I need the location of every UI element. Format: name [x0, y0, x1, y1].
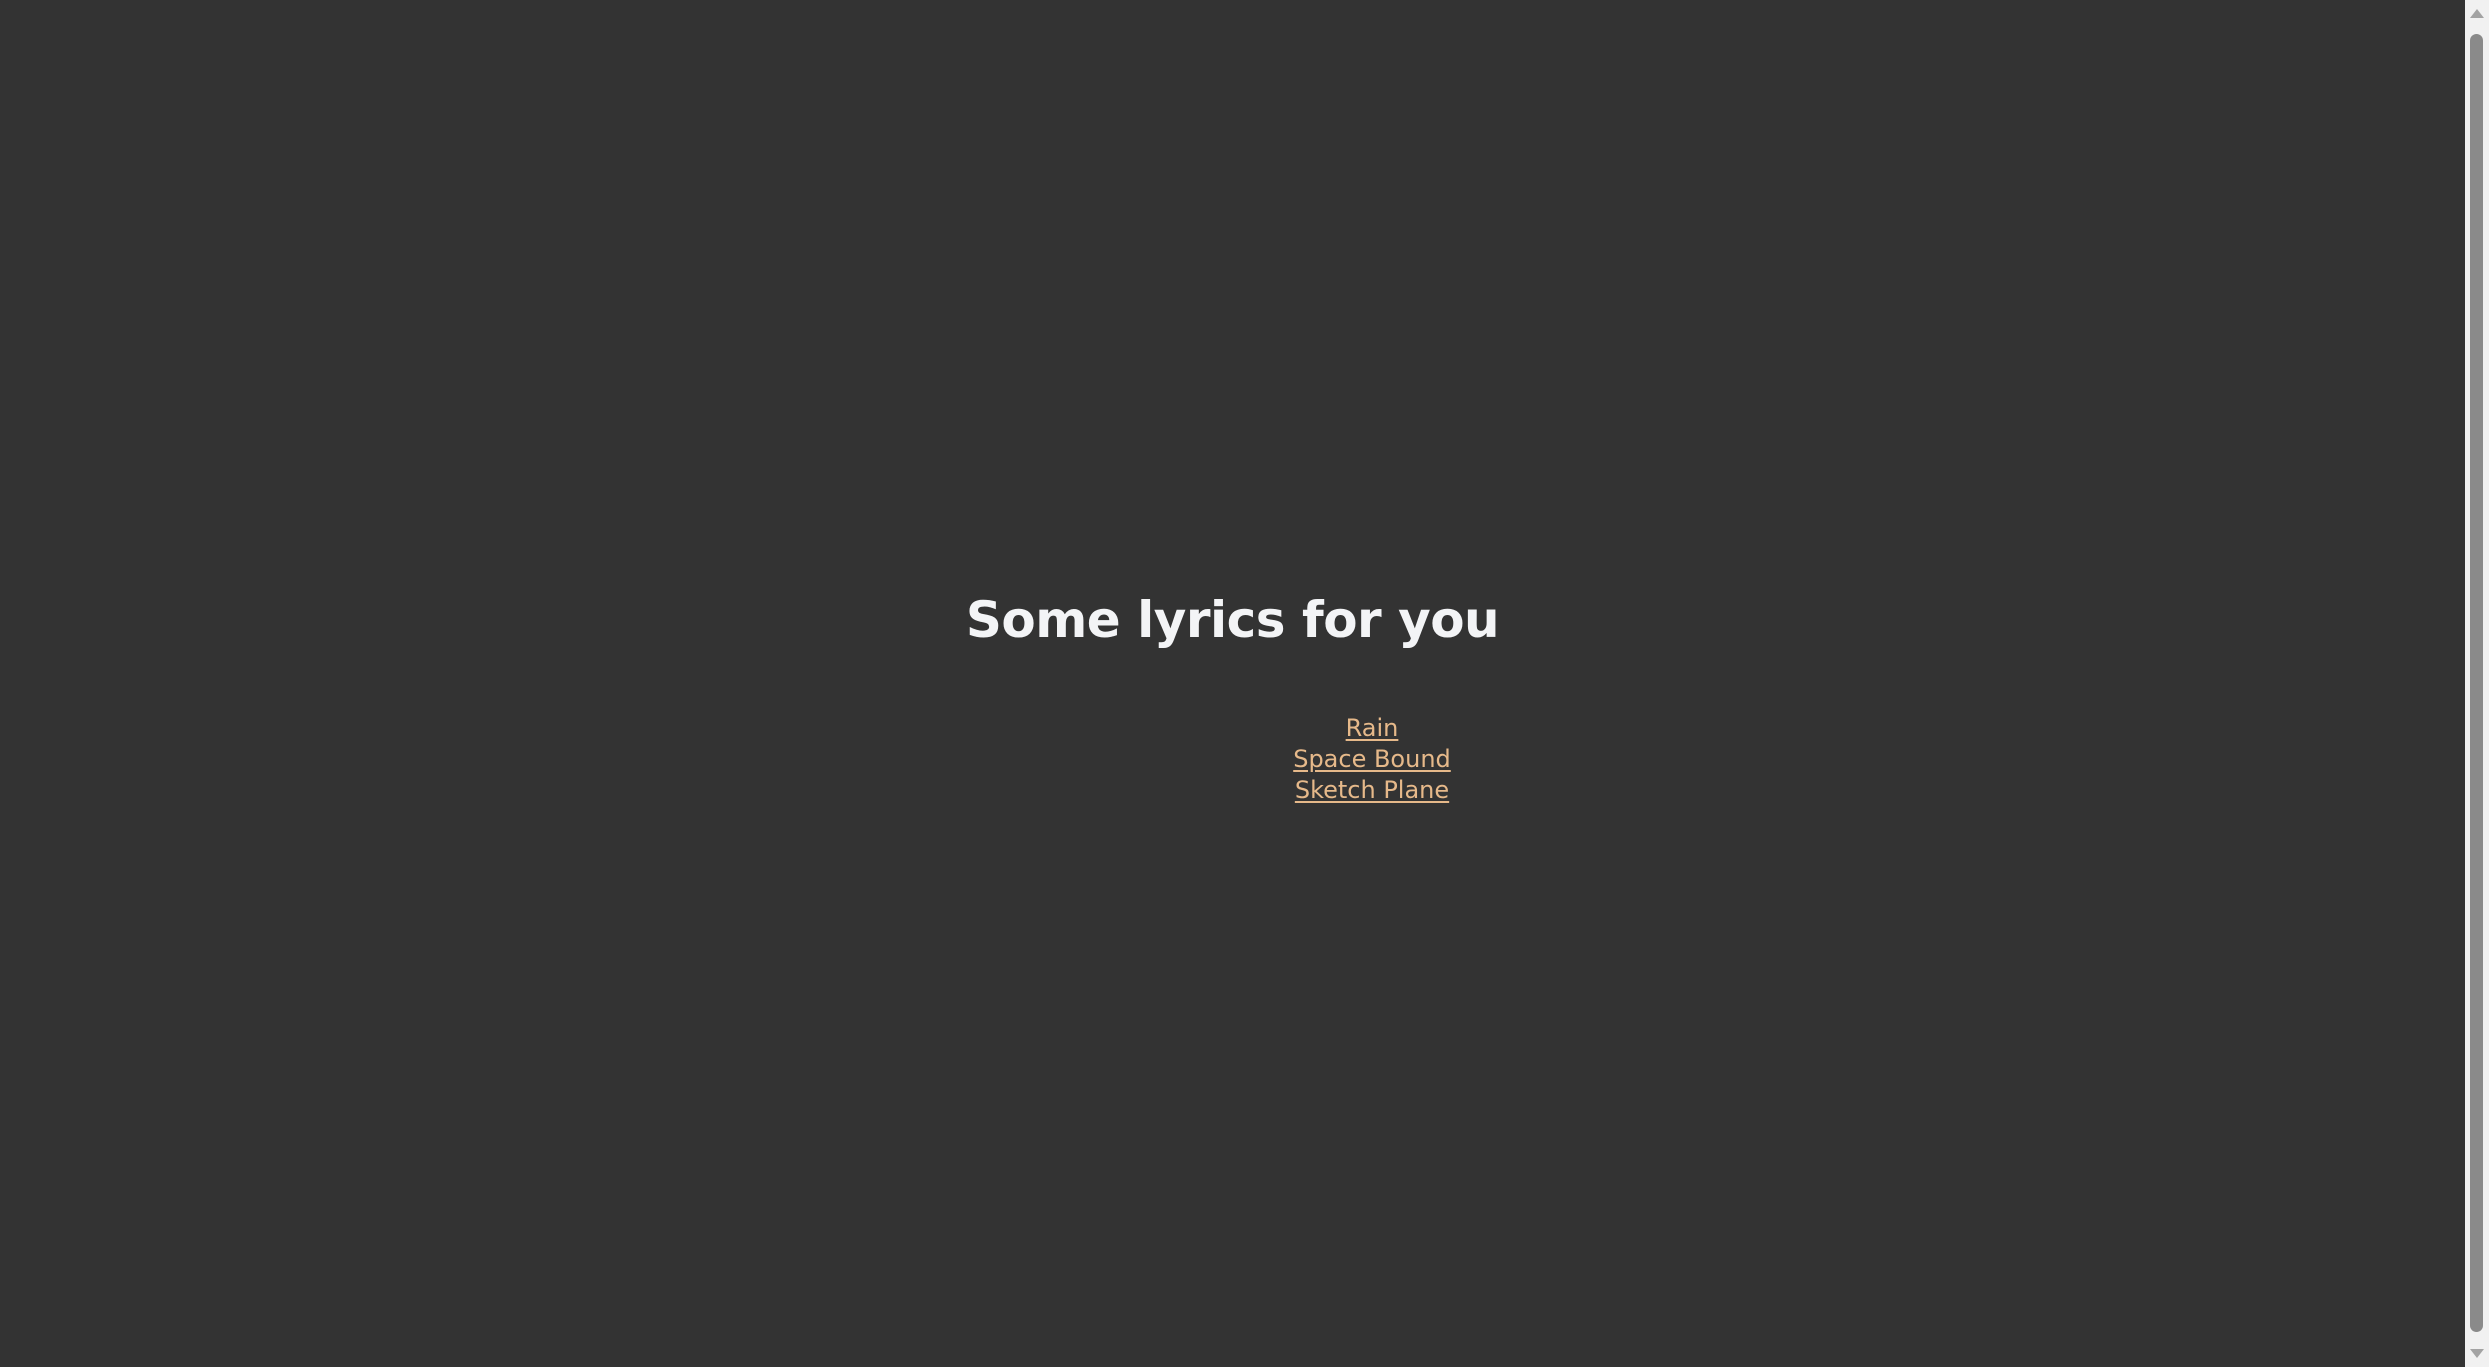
scroll-up-arrow-icon[interactable]	[2470, 9, 2484, 18]
list-item: Sketch Plane	[1222, 775, 1522, 806]
song-list: Rain Space Bound Sketch Plane	[1222, 713, 1522, 806]
list-item: Space Bound	[1222, 744, 1522, 775]
page-viewport: Some lyrics for you Rain Space Bound Ske…	[0, 0, 2465, 1367]
song-link-sketch-plane[interactable]: Sketch Plane	[1295, 776, 1449, 804]
song-link-rain[interactable]: Rain	[1346, 714, 1399, 742]
song-link-space-bound[interactable]: Space Bound	[1293, 745, 1451, 773]
list-item: Rain	[1222, 713, 1522, 744]
scroll-down-arrow-icon[interactable]	[2470, 1349, 2484, 1358]
page-title: Some lyrics for you	[965, 591, 1500, 649]
scrollbar-thumb[interactable]	[2470, 34, 2483, 1332]
vertical-scrollbar[interactable]	[2465, 0, 2489, 1367]
